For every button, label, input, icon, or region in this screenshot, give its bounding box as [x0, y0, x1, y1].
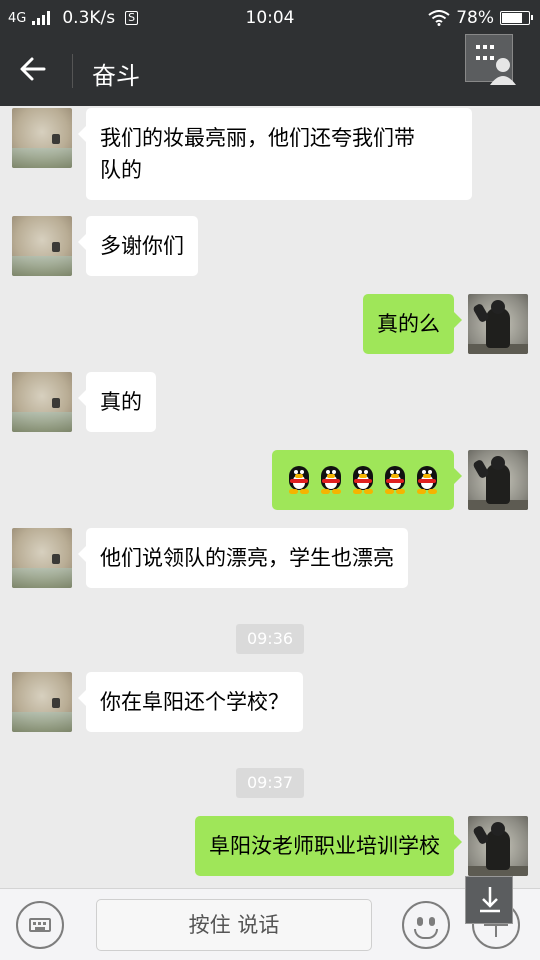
- chat-header: 奋斗: [0, 36, 540, 106]
- contact-avatar[interactable]: [12, 372, 72, 432]
- scroll-to-bottom-button[interactable]: [465, 876, 513, 924]
- received-message[interactable]: 他们说领队的漂亮，学生也漂亮: [78, 528, 408, 588]
- penguin-emoji-icon: [286, 466, 312, 494]
- emoji-button[interactable]: [402, 901, 450, 949]
- contact-avatar[interactable]: [12, 108, 72, 168]
- smiley-icon: [417, 917, 423, 926]
- received-message[interactable]: 真的: [78, 372, 156, 432]
- chat-area[interactable]: 我们的妆最亮丽，他们还夸我们带 队的 多谢你们 真的么 真的 他们说领队的漂亮，…: [0, 106, 540, 888]
- battery-icon: [500, 11, 533, 25]
- chat-info-button[interactable]: [465, 34, 516, 85]
- download-arrow-icon: [480, 887, 500, 913]
- sent-message[interactable]: 真的么: [363, 294, 462, 354]
- received-message[interactable]: 我们的妆最亮丽，他们还夸我们带 队的: [78, 108, 472, 200]
- person-icon: [490, 58, 516, 85]
- hold-to-talk-button[interactable]: 按住 说话: [96, 899, 372, 951]
- penguin-emoji-icon: [318, 466, 344, 494]
- input-bar: 按住 说话: [0, 888, 540, 960]
- penguin-emoji-group: [286, 464, 440, 496]
- contact-avatar[interactable]: [12, 672, 72, 732]
- battery-fill: [502, 13, 522, 23]
- timestamp: 09:36: [236, 624, 304, 654]
- my-avatar[interactable]: [468, 816, 528, 876]
- sent-message[interactable]: 阜阳汝老师职业培训学校: [195, 816, 462, 876]
- back-arrow-icon: [20, 57, 46, 81]
- my-avatar[interactable]: [468, 450, 528, 510]
- message-line: 我们的妆最亮丽，他们还夸我们带: [100, 126, 415, 150]
- timestamp: 09:37: [236, 768, 304, 798]
- status-right: 78%: [428, 8, 533, 28]
- penguin-emoji-icon: [414, 466, 440, 494]
- keyboard-toggle-button[interactable]: [16, 901, 64, 949]
- penguin-emoji-icon: [350, 466, 376, 494]
- status-bar: 4G 0.3K/s S 10:04 78%: [0, 0, 540, 36]
- message-line: 队的: [100, 158, 142, 182]
- contact-avatar[interactable]: [12, 216, 72, 276]
- my-avatar[interactable]: [468, 294, 528, 354]
- back-button[interactable]: [18, 54, 58, 88]
- received-message[interactable]: 多谢你们: [78, 216, 198, 276]
- wifi-icon: [428, 10, 450, 26]
- keyboard-icon: [29, 918, 51, 932]
- received-message[interactable]: 你在阜阳还个学校？: [78, 672, 303, 732]
- title-divider: [72, 54, 73, 88]
- battery-percent: 78%: [456, 8, 494, 28]
- contact-avatar[interactable]: [12, 528, 72, 588]
- sent-message[interactable]: [272, 450, 462, 510]
- penguin-emoji-icon: [382, 466, 408, 494]
- chat-title: 奋斗: [92, 62, 140, 90]
